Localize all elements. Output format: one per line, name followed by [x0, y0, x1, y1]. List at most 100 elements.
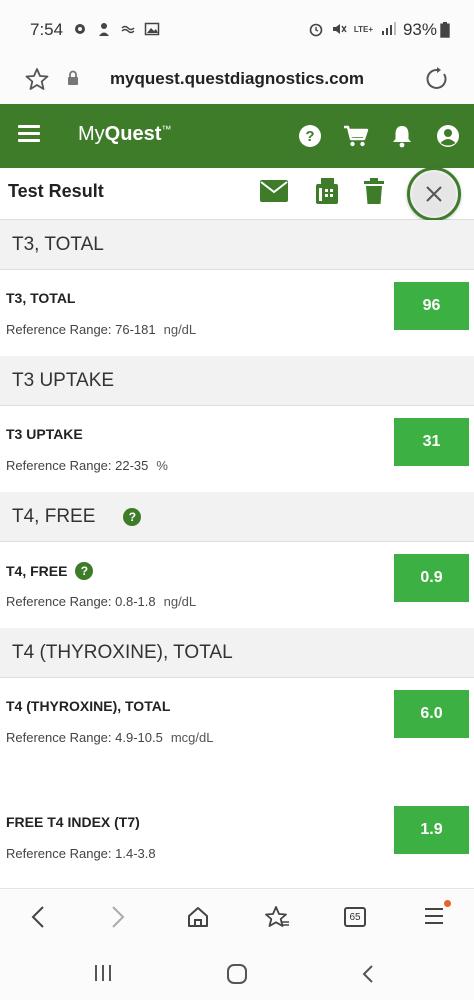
result-row[interactable]: T3, TOTAL Reference Range: 76-181 ng/dL 9…	[0, 270, 474, 356]
account-circle-icon	[437, 125, 459, 147]
result-name-text: T3 UPTAKE	[6, 426, 83, 442]
result-name: FREE T4 INDEX (T7)	[6, 814, 140, 830]
result-row[interactable]: T4, FREE? Reference Range: 0.8-1.8 ng/dL …	[0, 542, 474, 628]
close-button-inner	[412, 172, 456, 216]
reference-range: Reference Range: 22-35%	[6, 458, 168, 473]
battery-status: 93%	[403, 20, 450, 40]
alarm-icon	[309, 23, 323, 37]
section-title: T3 UPTAKE	[12, 369, 115, 391]
help-icon[interactable]: ?	[123, 507, 142, 526]
browser-bottom-bar: 65	[0, 888, 474, 946]
logo-bold: Quest	[104, 123, 162, 145]
result-value: 96	[394, 282, 469, 330]
results-list: T3, TOTAL T3, TOTAL Reference Range: 76-…	[0, 220, 474, 888]
browser-url-bar: myquest.questdiagnostics.com	[0, 58, 474, 104]
result-unit: %	[156, 458, 168, 473]
battery-percent: 93%	[402, 20, 437, 39]
back-arrow-icon[interactable]	[28, 905, 48, 929]
close-icon	[426, 186, 442, 202]
result-value: 1.9	[394, 806, 469, 854]
myquest-logo[interactable]: MyQuest™	[78, 123, 171, 146]
browser-menu-icon[interactable]	[424, 905, 444, 927]
result-name-text: T4 (THYROXINE), TOTAL	[6, 698, 171, 714]
reference-range: Reference Range: 76-181 ng/dL	[6, 322, 196, 337]
notification-dot	[444, 900, 451, 907]
android-back-icon[interactable]	[360, 963, 376, 985]
status-time: 7:54	[30, 20, 64, 39]
result-row[interactable]: T4 (THYROXINE), TOTAL Reference Range: 4…	[0, 678, 474, 764]
reference-range: Reference Range: 0.8-1.8 ng/dL	[6, 594, 196, 609]
person-icon	[99, 23, 109, 36]
reference-range-text: Reference Range: 0.8-1.8	[6, 594, 156, 609]
result-unit: ng/dL	[163, 594, 197, 609]
bookmarks-star-icon[interactable]	[264, 905, 290, 929]
result-row[interactable]: FREE T4 INDEX (T7) Reference Range: 1.4-…	[0, 794, 474, 880]
cart-icon	[344, 125, 369, 147]
email-icon[interactable]	[260, 180, 288, 202]
tabs-count-icon[interactable]: 65	[344, 907, 366, 927]
reference-range-text: Reference Range: 22-35	[6, 458, 149, 473]
section-header: T3, TOTAL	[0, 220, 474, 270]
home-button-icon[interactable]	[226, 963, 248, 985]
section-header: T3 UPTAKE	[0, 356, 474, 406]
account-button[interactable]	[432, 121, 464, 151]
forward-arrow-icon[interactable]	[108, 905, 128, 929]
hamburger-menu-icon[interactable]	[18, 125, 40, 143]
result-value: 31	[394, 418, 469, 466]
help-button[interactable]: ?	[294, 121, 326, 151]
section-title: T4 (THYROXINE), TOTAL	[12, 641, 233, 663]
url-address[interactable]: myquest.questdiagnostics.com	[0, 69, 474, 89]
app-header: MyQuest™ ?	[0, 104, 474, 168]
status-system-icons: LTE+	[308, 21, 396, 37]
wave-icon	[121, 25, 135, 34]
image-icon	[144, 22, 160, 36]
svg-text:?: ?	[305, 128, 314, 145]
result-unit: ng/dL	[163, 322, 197, 337]
section-title: T3, TOTAL	[12, 233, 104, 255]
section-header: T4 (THYROXINE), TOTAL	[0, 628, 474, 678]
battery-icon	[440, 22, 450, 38]
result-name-text: FREE T4 INDEX (T7)	[6, 814, 140, 830]
help-icon[interactable]: ?	[75, 562, 94, 580]
cart-button[interactable]	[340, 121, 372, 151]
header-actions: ?	[294, 121, 464, 151]
status-notification-icons	[72, 21, 160, 37]
logo-prefix: My	[78, 123, 105, 145]
help-circle-icon: ?	[299, 125, 321, 147]
result-toolbar: Test Result	[0, 168, 474, 220]
reference-range-text: Reference Range: 76-181	[6, 322, 156, 337]
home-icon[interactable]	[186, 905, 210, 929]
result-name: T4 (THYROXINE), TOTAL	[6, 698, 170, 714]
result-name: T3 UPTAKE	[6, 426, 83, 442]
result-name: T3, TOTAL	[6, 290, 75, 306]
result-name-text: T3, TOTAL	[6, 290, 76, 306]
signal-icon	[382, 22, 396, 35]
result-value: 0.9	[394, 554, 469, 602]
trash-icon[interactable]	[364, 178, 384, 204]
result-row[interactable]: T3 UPTAKE Reference Range: 22-35% 31	[0, 406, 474, 492]
result-value: 6.0	[394, 690, 469, 738]
result-name: T4, FREE?	[6, 562, 94, 580]
notifications-button[interactable]	[386, 121, 418, 151]
section-title: T4, FREE	[12, 505, 96, 527]
section-header: T4, FREE ?	[0, 492, 474, 542]
reference-range-text: Reference Range: 1.4-3.8	[6, 846, 156, 861]
fax-icon[interactable]	[316, 178, 338, 204]
reload-icon[interactable]	[424, 66, 450, 92]
mute-icon	[332, 24, 347, 34]
status-bar: 7:54 LTE+ 93%	[0, 0, 474, 58]
bell-icon	[393, 126, 411, 148]
android-nav-bar	[0, 946, 474, 1000]
reference-range-text: Reference Range: 4.9-10.5	[6, 730, 163, 745]
logo-trademark: ™	[161, 124, 172, 136]
recent-apps-icon[interactable]	[92, 963, 114, 983]
page-title: Test Result	[8, 181, 104, 201]
gear-icon	[75, 24, 85, 34]
network-type: LTE+	[353, 24, 373, 34]
result-name-text: T4, FREE	[6, 563, 68, 579]
reference-range: Reference Range: 4.9-10.5 mcg/dL	[6, 730, 213, 745]
close-button[interactable]	[407, 167, 461, 221]
reference-range: Reference Range: 1.4-3.8	[6, 846, 156, 861]
section-spacer	[0, 764, 474, 794]
result-unit: mcg/dL	[170, 730, 214, 745]
